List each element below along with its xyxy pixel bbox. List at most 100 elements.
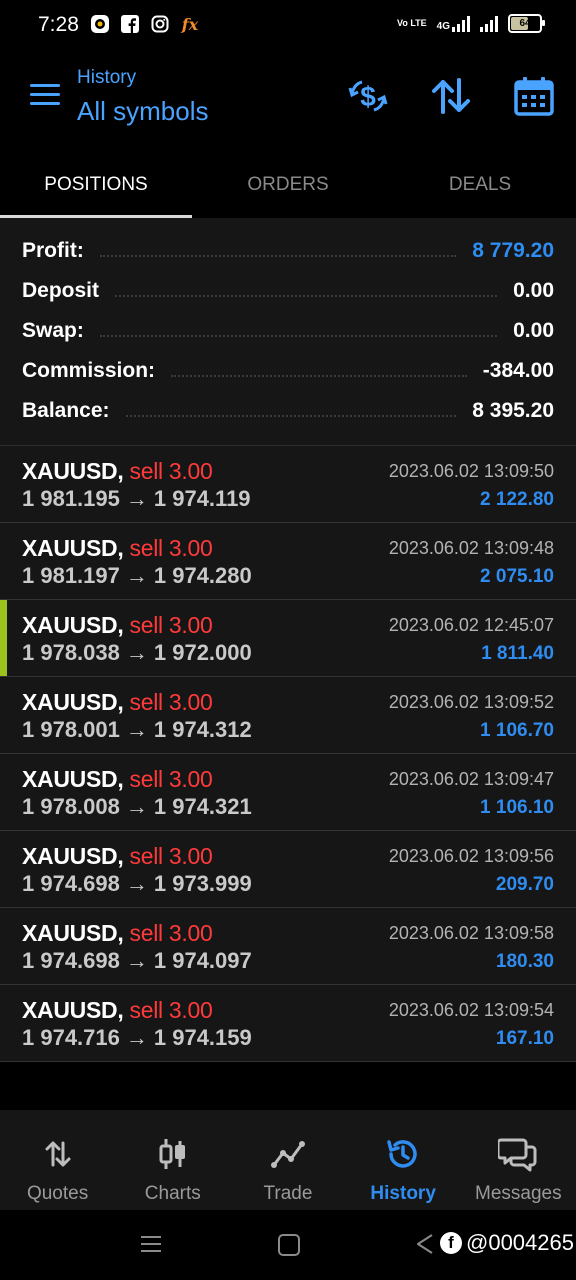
position-row[interactable]: XAUUSD, sell 3.00 1 974.716 → 1 974.159 2023… <box>0 985 576 1062</box>
position-prices: 1 981.195 → 1 974.119 <box>22 486 251 512</box>
open-price: 1 978.001 <box>22 717 120 742</box>
close-price: 1 974.280 <box>153 563 252 588</box>
trade-icon <box>270 1141 305 1168</box>
header-title[interactable]: All symbols <box>77 96 208 127</box>
position-row[interactable]: XAUUSD, sell 3.00 1 978.008 → 1 974.321 2023… <box>0 754 576 831</box>
currency-exchange-button[interactable]: $ <box>346 74 390 118</box>
open-price: 1 974.698 <box>22 871 120 896</box>
position-row[interactable]: XAUUSD, sell 3.00 1 981.197 → 1 974.280 2023… <box>0 523 576 600</box>
close-price: 1 974.119 <box>153 486 251 511</box>
arrow-right-icon: → <box>125 1025 148 1050</box>
summary-balance-row: Balance: 8 395.20 <box>22 394 554 428</box>
open-price: 1 974.698 <box>22 948 120 973</box>
status-bar: 7:28 fx Vo LTE 4G 64 <box>0 0 576 52</box>
system-navigation: f @0004265 <box>0 1210 576 1280</box>
dotted-leader <box>171 375 467 377</box>
arrow-right-icon: → <box>125 717 148 742</box>
calendar-button[interactable] <box>512 74 556 118</box>
nav-messages[interactable]: Messages <box>461 1110 576 1210</box>
symbol-name: XAUUSD, <box>22 843 124 869</box>
position-prices: 1 974.698 → 1 974.097 <box>22 948 252 974</box>
tab-positions[interactable]: POSITIONS <box>0 152 192 218</box>
symbol-name: XAUUSD, <box>22 612 124 638</box>
quotes-icon <box>45 1141 71 1167</box>
signal-4g-icon: 4G <box>437 15 470 32</box>
open-price: 1 974.716 <box>22 1025 120 1050</box>
tab-orders[interactable]: ORDERS <box>192 152 384 218</box>
back-button[interactable] <box>414 1232 436 1261</box>
menu-button[interactable] <box>28 82 62 108</box>
nav-quotes[interactable]: Quotes <box>0 1110 115 1210</box>
history-icon <box>387 1140 417 1168</box>
position-symbol: XAUUSD, sell 3.00 <box>22 458 213 485</box>
position-row[interactable]: XAUUSD, sell 3.00 1 981.195 → 1 974.119 2023… <box>0 446 576 523</box>
summary-label: Commission: <box>22 359 156 382</box>
position-symbol: XAUUSD, sell 3.00 <box>22 997 213 1024</box>
position-time: 2023.06.02 12:45:07 <box>388 615 554 635</box>
symbol-name: XAUUSD, <box>22 766 124 792</box>
trade-side: sell 3.00 <box>129 689 213 715</box>
position-time: 2023.06.02 13:09:50 <box>388 461 554 481</box>
header-subtitle: History <box>77 67 137 88</box>
summary-label: Deposit <box>22 279 100 302</box>
close-price: 1 974.159 <box>153 1025 252 1050</box>
position-row[interactable]: XAUUSD, sell 3.00 1 978.001 → 1 974.312 2023… <box>0 677 576 754</box>
position-time: 2023.06.02 13:09:54 <box>388 1000 554 1020</box>
position-symbol: XAUUSD, sell 3.00 <box>22 535 213 562</box>
nav-charts[interactable]: Charts <box>115 1110 230 1210</box>
close-price: 1 974.321 <box>153 794 252 819</box>
charts-icon <box>159 1139 185 1169</box>
position-row[interactable]: XAUUSD, sell 3.00 1 974.698 → 1 974.097 2023… <box>0 908 576 985</box>
summary-label: Swap: <box>22 319 84 342</box>
position-time: 2023.06.02 13:09:52 <box>388 692 554 712</box>
position-profit: 1 811.40 <box>481 643 554 664</box>
dotted-leader <box>99 335 498 337</box>
calendar-icon <box>514 77 554 116</box>
symbol-name: XAUUSD, <box>22 997 124 1023</box>
watermark: f @0004265 <box>440 1230 574 1256</box>
position-row[interactable]: XAUUSD, sell 3.00 1 974.698 → 1 973.999 2023… <box>0 831 576 908</box>
instagram-icon <box>150 14 170 34</box>
status-time: 7:28 <box>38 13 79 36</box>
summary-deposit-value: 0.00 <box>513 279 554 302</box>
tab-deals[interactable]: DEALS <box>384 152 576 218</box>
summary-label: Balance: <box>22 399 110 422</box>
trade-side: sell 3.00 <box>129 766 213 792</box>
dotted-leader <box>125 415 457 417</box>
nav-trade[interactable]: Trade <box>230 1110 345 1210</box>
home-button[interactable] <box>278 1234 300 1256</box>
facebook-logo-icon: f <box>440 1232 462 1254</box>
trade-side: sell 3.00 <box>129 997 213 1023</box>
open-price: 1 981.197 <box>22 563 120 588</box>
close-price: 1 972.000 <box>153 640 252 665</box>
sort-button[interactable] <box>429 74 473 118</box>
position-profit: 2 075.10 <box>480 566 554 587</box>
volte-indicator: Vo LTE <box>396 18 427 28</box>
forex-app-icon: fx <box>181 14 199 34</box>
summary-deposit-row: Deposit 0.00 <box>22 274 554 308</box>
recent-apps-button[interactable] <box>141 1234 161 1254</box>
open-price: 1 978.008 <box>22 794 120 819</box>
open-price: 1 978.038 <box>22 640 120 665</box>
nav-history[interactable]: History <box>346 1110 461 1210</box>
position-row[interactable]: XAUUSD, sell 3.00 1 978.038 → 1 972.000 2023… <box>0 600 576 677</box>
position-profit: 1 106.70 <box>480 720 554 741</box>
position-time: 2023.06.02 13:09:56 <box>388 846 554 866</box>
position-prices: 1 978.008 → 1 974.321 <box>22 794 252 820</box>
close-price: 1 973.999 <box>153 871 252 896</box>
close-price: 1 974.097 <box>153 948 252 973</box>
arrow-right-icon: → <box>125 486 148 511</box>
history-tabs: POSITIONS ORDERS DEALS <box>0 152 576 218</box>
summary-balance-value: 8 395.20 <box>472 399 554 422</box>
facebook-icon <box>120 14 140 34</box>
position-profit: 167.10 <box>495 1028 554 1049</box>
position-symbol: XAUUSD, sell 3.00 <box>22 843 213 870</box>
dotted-leader <box>99 255 457 257</box>
battery-icon: 64 <box>508 14 545 33</box>
position-prices: 1 974.716 → 1 974.159 <box>22 1025 252 1051</box>
position-prices: 1 974.698 → 1 973.999 <box>22 871 252 897</box>
currency-exchange-icon: $ <box>348 80 388 112</box>
summary-swap-value: 0.00 <box>513 319 554 342</box>
trade-side: sell 3.00 <box>129 458 213 484</box>
account-summary: Profit: 8 779.20 Deposit 0.00 Swap: 0.00… <box>0 218 576 446</box>
